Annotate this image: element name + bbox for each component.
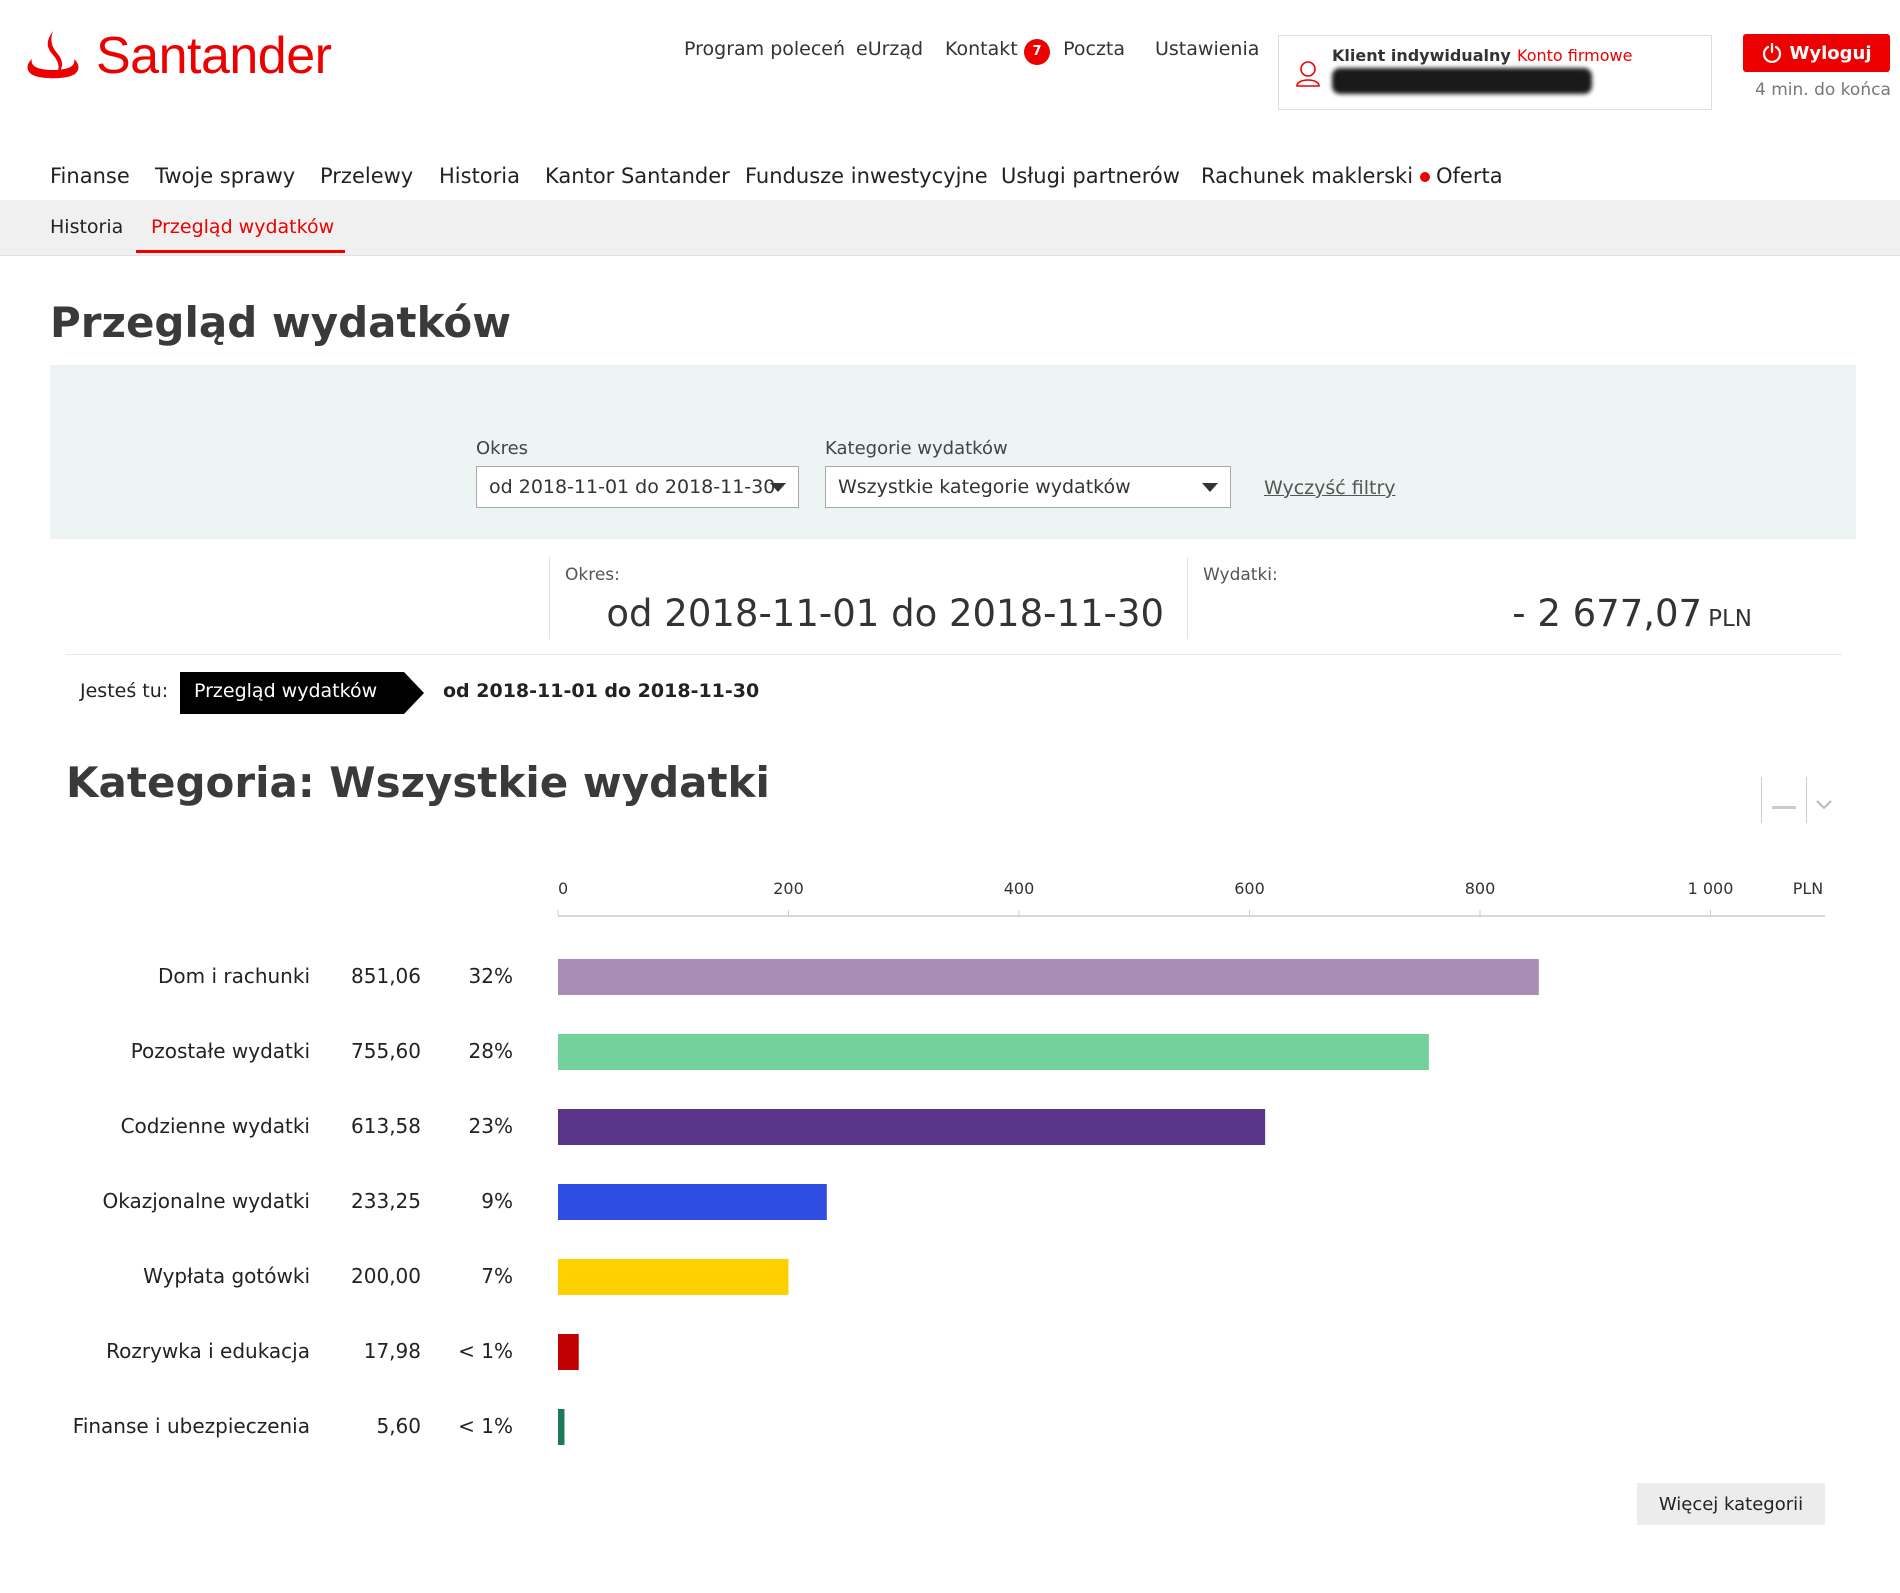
category-percent: < 1% (458, 1339, 513, 1363)
category-bar (558, 1034, 1429, 1070)
eurzad-link[interactable]: eUrząd (856, 38, 923, 60)
summary-period-label: Okres: (565, 565, 620, 585)
period-select[interactable]: od 2018-11-01 do 2018-11-30 (476, 466, 799, 508)
x-axis-unit: PLN (1793, 879, 1824, 898)
main-nav-oferta[interactable]: Oferta (1420, 164, 1503, 188)
referral-link[interactable]: Program poleceń (684, 38, 845, 60)
category-bar (558, 1184, 827, 1220)
mail-count-badge: 7 (1024, 38, 1050, 65)
clear-filters-link[interactable]: Wyczyść filtry (1264, 477, 1396, 499)
category-select-value: Wszystkie kategorie wydatków (838, 476, 1131, 498)
main-nav-fundusze[interactable]: Fundusze inwestycyjne (745, 164, 988, 188)
category-bar (558, 1109, 1266, 1145)
category-percent: 32% (469, 964, 513, 988)
x-tick-label: 600 (1234, 879, 1265, 898)
summary-currency: PLN (1708, 606, 1752, 632)
category-percent: 7% (481, 1264, 513, 1288)
x-tick-label: 1 000 (1688, 879, 1734, 898)
category-name: Finanse i ubezpieczenia (73, 1414, 310, 1438)
page-title: Przegląd wydatków (50, 298, 512, 347)
x-tick-label: 0 (558, 879, 568, 898)
category-name: Codzienne wydatki (121, 1114, 310, 1138)
x-tick-label: 200 (773, 879, 804, 898)
santander-flame-icon (27, 31, 79, 79)
period-select-value: od 2018-11-01 do 2018-11-30 (489, 476, 776, 498)
summary-divider (1187, 557, 1188, 639)
category-bar (558, 1259, 789, 1295)
summary-divider (549, 557, 550, 639)
category-name: Okazjonalne wydatki (103, 1189, 310, 1213)
chart-tools-divider (1806, 777, 1807, 823)
category-bar (558, 959, 1539, 995)
client-type-label: Klient indywidualny (1332, 46, 1511, 65)
main-nav-oferta-label: Oferta (1436, 164, 1503, 188)
sub-nav-przeglad[interactable]: Przegląd wydatków (151, 216, 334, 238)
minus-icon[interactable] (1772, 806, 1796, 809)
breadcrumb-current: od 2018-11-01 do 2018-11-30 (443, 680, 760, 702)
category-amount: 5,60 (376, 1414, 421, 1438)
category-amount: 17,98 (364, 1339, 421, 1363)
main-nav-historia[interactable]: Historia (439, 164, 520, 188)
power-icon (1762, 43, 1781, 63)
breadcrumb-label: Jesteś tu: (80, 680, 169, 702)
session-timer: 4 min. do końca (1755, 80, 1891, 100)
category-name: Rozrywka i edukacja (106, 1339, 310, 1363)
category-amount: 233,25 (351, 1189, 421, 1213)
expense-bar-chart: 0 200 400 600 800 1 000 PLN Dom i rachunki 851,0… (73, 879, 1825, 1445)
category-bar (558, 1334, 579, 1370)
category-percent: 9% (481, 1189, 513, 1213)
category-select[interactable]: Wszystkie kategorie wydatków (825, 466, 1231, 508)
main-nav-finanse[interactable]: Finanse (50, 164, 130, 188)
santander-logo[interactable]: Santander (24, 26, 332, 86)
category-name: Wypłata gotówki (143, 1264, 310, 1288)
category-amount: 613,58 (351, 1114, 421, 1138)
client-name-redacted (1332, 68, 1592, 94)
summary-separator (66, 654, 1842, 655)
category-amount: 755,60 (351, 1039, 421, 1063)
more-categories-label: Więcej kategorii (1658, 1493, 1804, 1515)
more-categories-button[interactable]: Więcej kategorii (1637, 1483, 1825, 1525)
main-nav-przelewy[interactable]: Przelewy (320, 164, 413, 188)
category-percent: < 1% (458, 1414, 513, 1438)
brand-name: Santander (96, 27, 332, 85)
summary-expenses: - 2 677,07 PLN (1300, 592, 1752, 635)
category-name: Pozostałe wydatki (131, 1039, 310, 1063)
logout-label: Wyloguj (1789, 42, 1872, 64)
chevron-down-icon[interactable] (1814, 798, 1834, 812)
category-bar (558, 1409, 565, 1445)
summary-expenses-value: - 2 677,07 (1512, 592, 1703, 635)
category-name: Dom i rachunki (158, 964, 310, 988)
user-icon (1296, 61, 1320, 87)
mail-label: Poczta (1063, 38, 1126, 60)
main-nav-twoje-sprawy[interactable]: Twoje sprawy (155, 164, 295, 188)
x-tick-label: 800 (1465, 879, 1496, 898)
category-filter-label: Kategorie wydatków (825, 438, 1008, 459)
x-tick-label: 400 (1004, 879, 1035, 898)
settings-link[interactable]: Ustawienia (1155, 38, 1259, 60)
category-percent: 23% (469, 1114, 513, 1138)
period-filter-label: Okres (476, 438, 529, 459)
oferta-dot-icon (1420, 172, 1430, 182)
client-box: Klient indywidualny Konto firmowe (1278, 35, 1712, 110)
main-nav-rachunek[interactable]: Rachunek maklerski (1201, 164, 1413, 188)
category-title: Kategoria: Wszystkie wydatki (66, 758, 770, 807)
category-amount: 851,06 (351, 964, 421, 988)
contact-link[interactable]: Kontakt (945, 38, 1018, 60)
caret-down-icon (1202, 483, 1218, 492)
summary-period-value: od 2018-11-01 do 2018-11-30 (606, 592, 1164, 635)
chart-tools-divider (1761, 777, 1762, 823)
company-account-link[interactable]: Konto firmowe (1517, 46, 1632, 65)
category-amount: 200,00 (351, 1264, 421, 1288)
main-nav-kantor[interactable]: Kantor Santander (545, 164, 730, 188)
sub-nav-historia[interactable]: Historia (50, 216, 123, 238)
breadcrumb-chip-label: Przegląd wydatków (194, 680, 378, 702)
category-percent: 28% (469, 1039, 513, 1063)
logout-button[interactable]: Wyloguj (1743, 34, 1890, 72)
sub-nav-active-indicator (136, 250, 345, 253)
summary-expenses-label: Wydatki: (1203, 565, 1278, 585)
caret-down-icon (770, 483, 786, 492)
main-nav-uslugi[interactable]: Usługi partnerów (1001, 164, 1180, 188)
mail-link[interactable]: 7 Poczta (1024, 38, 1125, 65)
